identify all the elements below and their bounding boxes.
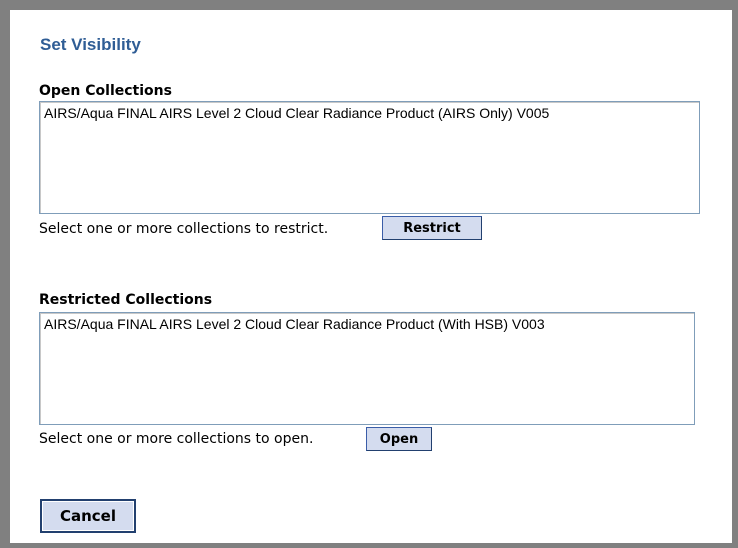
dialog-title: Set Visibility <box>40 35 141 54</box>
window-border-top <box>0 0 738 10</box>
restricted-collection-option[interactable]: AIRS/Aqua FINAL AIRS Level 2 Cloud Clear… <box>44 316 690 333</box>
cancel-button[interactable]: Cancel <box>40 499 136 533</box>
window-border-right <box>732 0 738 548</box>
restrict-button[interactable]: Restrict <box>382 216 482 240</box>
window-border-left <box>0 0 10 548</box>
open-collection-option[interactable]: AIRS/Aqua FINAL AIRS Level 2 Cloud Clear… <box>44 105 695 122</box>
restricted-collections-listbox[interactable]: AIRS/Aqua FINAL AIRS Level 2 Cloud Clear… <box>39 312 695 425</box>
open-collections-listbox[interactable]: AIRS/Aqua FINAL AIRS Level 2 Cloud Clear… <box>39 101 700 214</box>
restricted-collections-hint: Select one or more collections to open. <box>39 431 314 447</box>
open-collections-label: Open Collections <box>39 83 172 99</box>
open-button[interactable]: Open <box>366 427 432 451</box>
restricted-collections-label: Restricted Collections <box>39 292 213 308</box>
window-border-bottom <box>0 543 738 548</box>
open-collections-hint: Select one or more collections to restri… <box>39 221 329 237</box>
set-visibility-dialog: Set Visibility Open Collections AIRS/Aqu… <box>10 10 732 543</box>
